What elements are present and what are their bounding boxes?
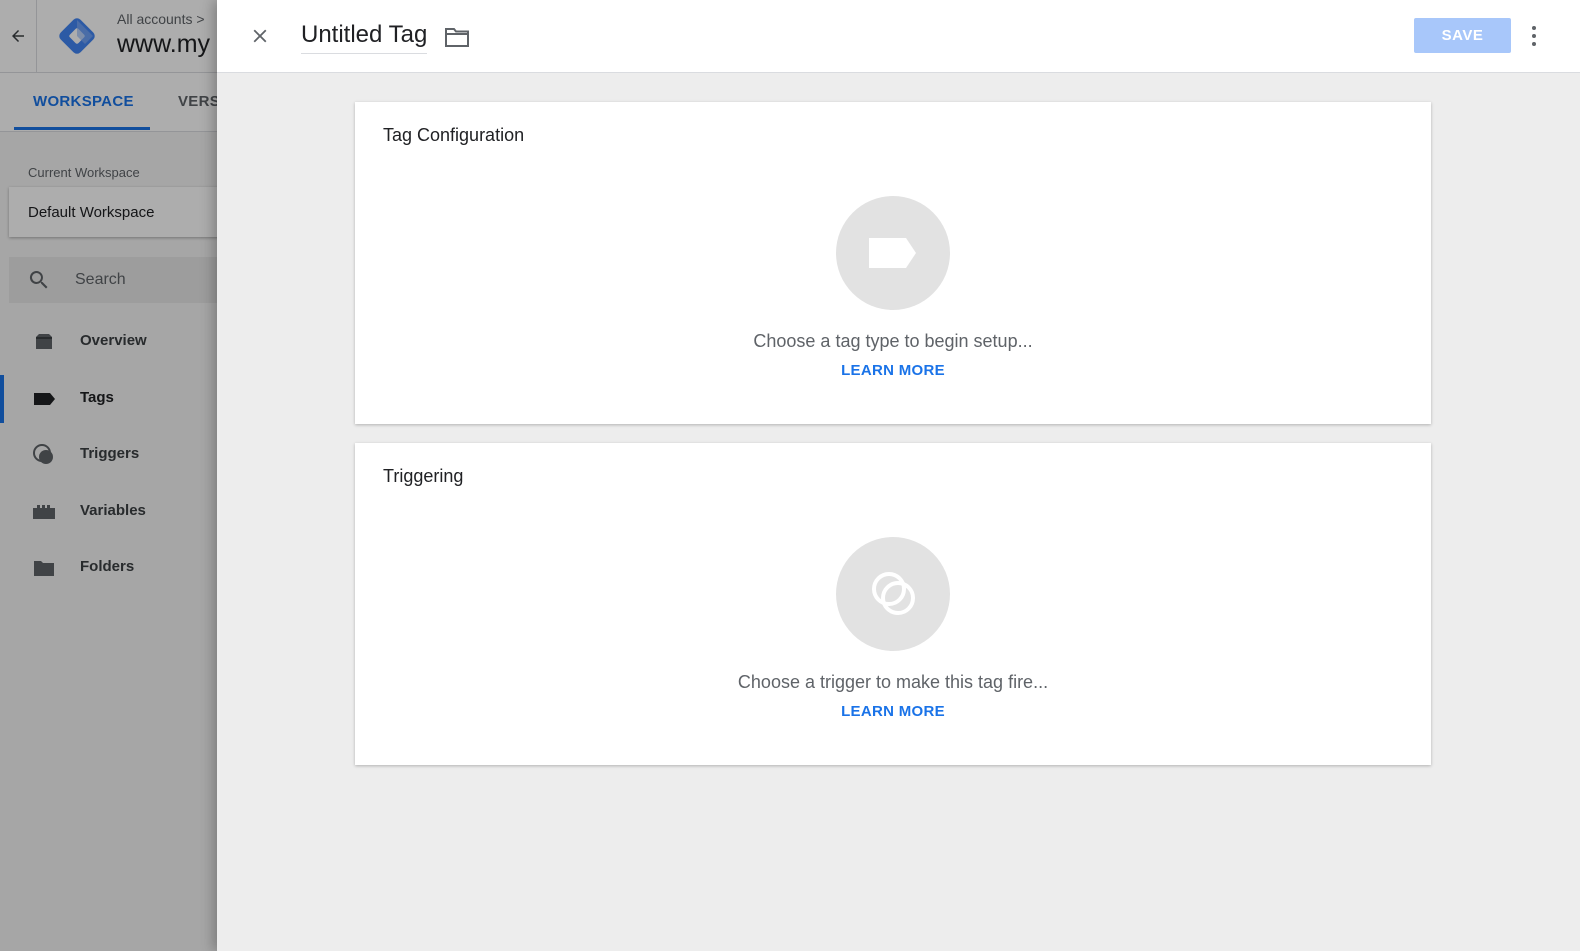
trigger-icon — [872, 572, 915, 615]
card-title: Triggering — [383, 466, 464, 486]
tag-icon — [869, 238, 916, 268]
tag-name-field[interactable]: Untitled Tag — [301, 21, 428, 54]
more-vert-icon-dot — [1532, 42, 1536, 46]
learn-more-link[interactable]: LEARN MORE — [355, 362, 1431, 379]
modal-scrim[interactable] — [0, 0, 217, 951]
folder-outline-icon[interactable] — [444, 25, 470, 49]
triggering-card[interactable]: Triggering Choose a trigger to make this… — [355, 443, 1431, 765]
close-button[interactable] — [246, 22, 274, 50]
save-button[interactable]: SAVE — [1414, 18, 1511, 53]
close-icon — [253, 29, 267, 43]
panel-header: Untitled Tag SAVE — [217, 0, 1580, 73]
card-prompt: Choose a tag type to begin setup... — [753, 331, 1033, 351]
choose-trigger-button[interactable] — [836, 537, 950, 651]
choose-tag-type-button[interactable] — [836, 196, 950, 310]
learn-more-link[interactable]: LEARN MORE — [355, 703, 1431, 720]
more-vert-icon — [1532, 26, 1536, 30]
tag-editor-panel: Untitled Tag SAVE Tag Configuration Choo… — [217, 0, 1580, 951]
card-prompt: Choose a trigger to make this tag fire..… — [737, 672, 1049, 692]
more-options-button[interactable] — [1523, 18, 1545, 54]
tag-configuration-card[interactable]: Tag Configuration Choose a tag type to b… — [355, 102, 1431, 424]
more-vert-icon-dot — [1532, 34, 1536, 38]
card-title: Tag Configuration — [383, 125, 525, 145]
